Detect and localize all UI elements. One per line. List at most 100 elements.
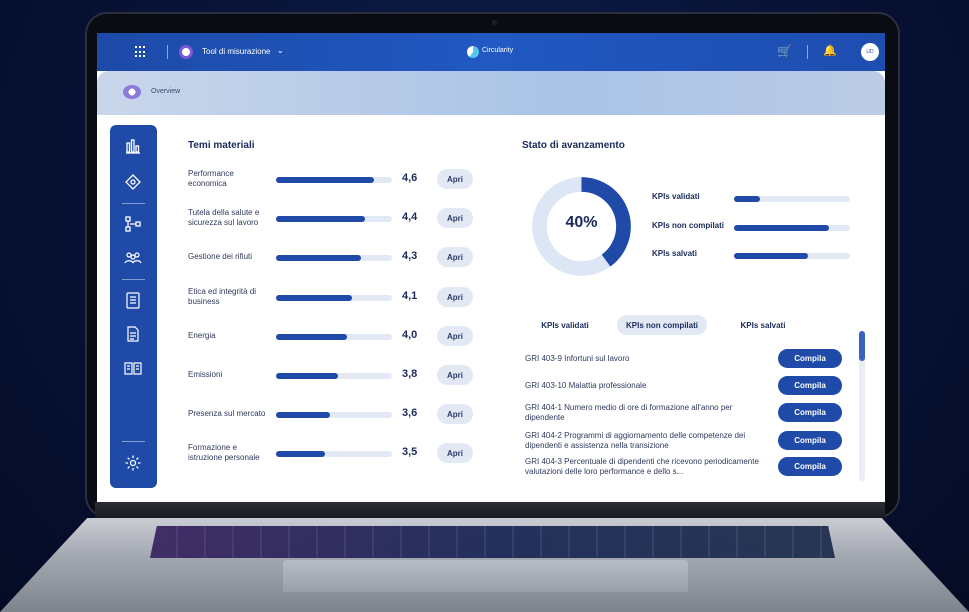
tema-label: Formazione e istruzione personale xyxy=(188,443,260,462)
tema-score-bar xyxy=(276,216,392,222)
kpi-summary-label: KPIs validati xyxy=(652,192,700,201)
tema-label: Energia xyxy=(188,331,216,341)
gri-list-scrollbar[interactable] xyxy=(859,331,865,481)
tema-score-value: 3,5 xyxy=(402,446,418,458)
tema-score-value: 4,3 xyxy=(402,250,418,262)
apri-button[interactable]: Apri xyxy=(437,247,473,267)
tema-row: Energia 4,0 Apri xyxy=(188,322,478,350)
kpi-summary-bar xyxy=(734,196,850,202)
apri-button[interactable]: Apri xyxy=(437,326,473,346)
tema-label: Emissioni xyxy=(188,370,223,380)
tema-score-value: 4,4 xyxy=(402,211,418,223)
tema-score-value: 3,6 xyxy=(402,407,418,419)
apri-button[interactable]: Apri xyxy=(437,169,473,189)
kpi-summary-fill xyxy=(734,225,830,231)
avatar[interactable]: UD xyxy=(861,43,879,61)
tema-score-fill xyxy=(276,216,366,222)
tool-icon xyxy=(179,45,193,59)
tema-score-fill xyxy=(276,295,352,301)
sidebar xyxy=(110,125,157,488)
tema-score-value: 4,6 xyxy=(402,172,418,184)
keyboard-backlight xyxy=(150,526,835,558)
gri-row: GRI 404-1 Numero medio di ore di formazi… xyxy=(525,401,845,425)
tema-score-fill xyxy=(276,412,330,418)
gri-label: GRI 404-2 Programmi di aggiornamento del… xyxy=(525,431,746,450)
tema-label: Tutela della salute e sicurezza sul lavo… xyxy=(188,208,260,227)
brand-name: Circularity xyxy=(482,47,514,54)
tema-row: Tutela della salute e sicurezza sul lavo… xyxy=(188,204,478,232)
tema-score-value: 4,0 xyxy=(402,329,418,341)
compila-button[interactable]: Compila xyxy=(778,431,842,450)
bell-icon[interactable]: 🔔 xyxy=(823,44,837,57)
tema-row: Etica ed integrità di business 4,1 Apri xyxy=(188,283,478,311)
stato-avanzamento-title: Stato di avanzamento xyxy=(522,140,625,151)
topbar-divider xyxy=(167,45,168,59)
compila-button[interactable]: Compila xyxy=(778,376,842,395)
tema-row: Emissioni 3,8 Apri xyxy=(188,361,478,389)
sidebar-divider xyxy=(122,203,145,204)
target-icon[interactable] xyxy=(124,173,142,191)
tema-score-value: 4,1 xyxy=(402,290,418,302)
circularity-logo-icon xyxy=(467,46,479,58)
tema-score-bar xyxy=(276,451,392,457)
apri-button[interactable]: Apri xyxy=(437,404,473,424)
kpi-summary-fill xyxy=(734,196,760,202)
book-icon[interactable] xyxy=(124,359,142,377)
users-icon[interactable] xyxy=(124,249,142,267)
sidebar-divider xyxy=(122,279,145,280)
top-bar: Tool di misurazione ⌄ Circularity 🛒 🔔 UD xyxy=(97,33,885,71)
tema-score-bar xyxy=(276,373,392,379)
kpi-summary-bar xyxy=(734,253,850,259)
scrollbar-thumb[interactable] xyxy=(859,331,865,361)
tab-kpi[interactable]: KPIs validati xyxy=(525,315,605,335)
apri-button[interactable]: Apri xyxy=(437,365,473,385)
gri-row: GRI 403-9 Infortuni sul lavoro Compila xyxy=(525,347,845,371)
tema-score-bar xyxy=(276,295,392,301)
tema-row: Performance economica 4,6 Apri xyxy=(188,165,478,193)
hierarchy-icon[interactable] xyxy=(124,215,142,233)
tab-kpi[interactable]: KPIs non compilati xyxy=(617,315,707,335)
tema-score-bar xyxy=(276,177,392,183)
bar-chart-icon[interactable] xyxy=(124,137,142,155)
compila-button[interactable]: Compila xyxy=(778,403,842,422)
breadcrumb-overview[interactable]: Overview xyxy=(151,88,180,95)
tab-kpi[interactable]: KPIs salvati xyxy=(725,315,801,335)
tema-score-fill xyxy=(276,255,361,261)
compila-button[interactable]: Compila xyxy=(778,457,842,476)
apps-grid-icon[interactable] xyxy=(135,46,147,58)
checklist-icon[interactable] xyxy=(124,291,142,309)
kpi-summary-bar xyxy=(734,225,850,231)
tema-score-bar xyxy=(276,412,392,418)
topbar-divider xyxy=(807,45,808,59)
tema-label: Presenza sul mercato xyxy=(188,409,266,419)
document-icon[interactable] xyxy=(124,325,142,343)
kpi-summary-label: KPIs non compilati xyxy=(652,221,725,230)
cart-icon[interactable]: 🛒 xyxy=(777,44,792,58)
tema-row: Formazione e istruzione personale 3,5 Apri xyxy=(188,439,478,467)
gri-label: GRI 403-10 Malattia professionale xyxy=(525,381,647,391)
apri-button[interactable]: Apri xyxy=(437,287,473,307)
tema-score-fill xyxy=(276,177,375,183)
apri-button[interactable]: Apri xyxy=(437,443,473,463)
gri-label: GRI 403-9 Infortuni sul lavoro xyxy=(525,354,630,364)
kpi-summary-label: KPIs salvati xyxy=(652,249,697,258)
tema-label: Etica ed integrità di business xyxy=(188,287,257,306)
gri-row: GRI 403-10 Malattia professionale Compila xyxy=(525,374,845,398)
kpi-summary-row: KPIs salvati xyxy=(652,249,852,263)
tema-score-bar xyxy=(276,334,392,340)
kpi-summary-row: KPIs validati xyxy=(652,192,852,206)
gri-label: GRI 404-1 Numero medio di ore di formazi… xyxy=(525,403,733,422)
tema-score-bar xyxy=(276,255,392,261)
tema-score-fill xyxy=(276,373,339,379)
compila-button[interactable]: Compila xyxy=(778,349,842,368)
temi-materiali-title: Temi materiali xyxy=(188,140,255,151)
tema-row: Presenza sul mercato 3,6 Apri xyxy=(188,400,478,428)
chevron-down-icon[interactable]: ⌄ xyxy=(277,46,284,55)
apri-button[interactable]: Apri xyxy=(437,208,473,228)
tool-selector-label[interactable]: Tool di misurazione xyxy=(202,47,270,56)
breadcrumb: Overview xyxy=(97,71,885,115)
gri-row: GRI 404-2 Programmi di aggiornamento del… xyxy=(525,429,845,453)
progress-percent: 40% xyxy=(565,214,598,231)
gear-icon[interactable] xyxy=(124,454,142,472)
overview-eye-icon xyxy=(123,85,141,99)
